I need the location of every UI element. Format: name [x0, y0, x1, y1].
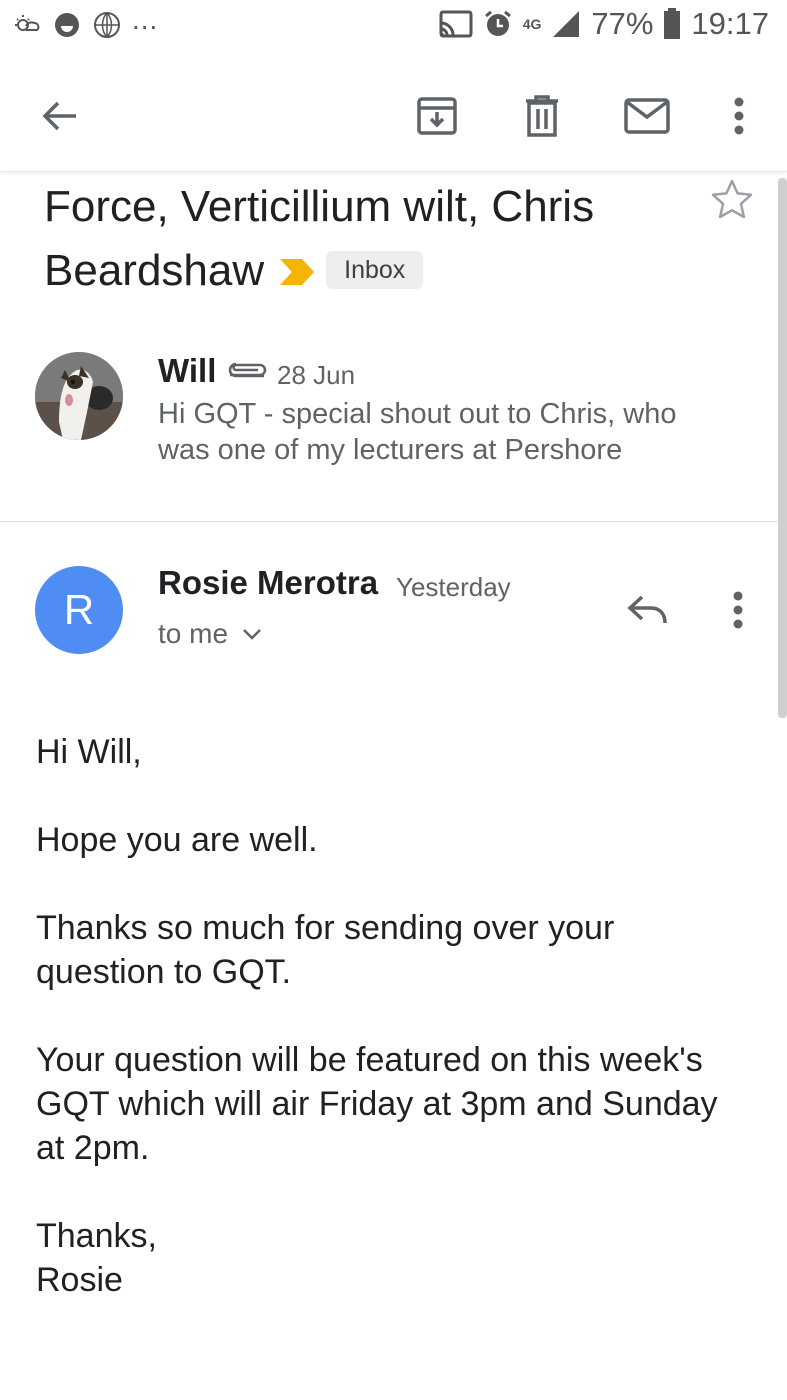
recipient-label: to me	[158, 618, 229, 649]
message-date: Yesterday	[396, 572, 511, 602]
battery-icon	[664, 8, 681, 39]
inbox-label[interactable]: Inbox	[326, 251, 424, 290]
smiley-icon	[55, 13, 79, 37]
delete-icon	[526, 95, 558, 137]
notification-overflow: ...	[132, 4, 159, 35]
cast-icon	[439, 10, 473, 38]
message-snippet: Hi GQT - special shout out to Chris, who…	[158, 398, 677, 466]
battery-percent: 77%	[591, 6, 654, 41]
attachment-icon	[228, 362, 267, 378]
reply-button[interactable]	[620, 584, 676, 636]
sender-name: Will	[158, 352, 217, 389]
delete-button[interactable]	[514, 88, 570, 144]
mark-unread-button[interactable]	[619, 88, 675, 144]
subject-text: Force, Verticillium wilt, Chris Beardsha…	[44, 182, 595, 295]
scrollbar[interactable]	[778, 178, 787, 718]
recipient-details-toggle[interactable]: to me	[158, 618, 262, 650]
dog-photo-icon	[35, 352, 123, 440]
back-button[interactable]	[32, 88, 88, 144]
body-paragraph: Hope you are well.	[36, 821, 318, 859]
more-vert-icon	[733, 591, 743, 629]
weather-icon	[15, 15, 40, 31]
back-arrow-icon	[42, 101, 76, 131]
archive-icon	[417, 97, 457, 135]
sender-name: Rosie Merotra	[158, 564, 379, 601]
message-date: 28 Jun	[277, 360, 356, 390]
collapsed-message[interactable]: Will 28 Jun Hi GQT - special shout out t…	[0, 330, 787, 522]
message-body: Hi Will, Hope you are well. Thanks so mu…	[36, 730, 736, 1346]
body-paragraph: Hi Will,	[36, 733, 142, 771]
status-bar: ... 4G 77% 19:17	[0, 0, 787, 56]
important-marker-icon[interactable]	[278, 241, 316, 305]
message-more-button[interactable]	[716, 584, 760, 636]
more-vert-icon	[734, 97, 744, 135]
alarm-icon	[484, 10, 511, 36]
body-paragraph: Your question will be featured on this w…	[36, 1041, 718, 1167]
archive-button[interactable]	[409, 88, 465, 144]
star-button[interactable]	[710, 178, 758, 226]
mark-unread-icon	[624, 98, 670, 134]
globe-icon	[94, 12, 120, 38]
more-options-button[interactable]	[711, 88, 767, 144]
chevron-down-icon	[243, 629, 261, 640]
email-subject: Force, Verticillium wilt, Chris Beardsha…	[44, 175, 684, 305]
app-toolbar	[0, 62, 787, 172]
body-paragraph: Thanks so much for sending over your que…	[36, 909, 615, 991]
signal-icon	[553, 11, 580, 37]
body-paragraph: Thanks, Rosie	[36, 1217, 157, 1299]
clock: 19:17	[691, 6, 769, 41]
network-type: 4G	[522, 16, 542, 32]
sender-avatar[interactable]: R	[35, 566, 123, 654]
reply-icon	[627, 595, 667, 624]
avatar[interactable]	[35, 352, 123, 440]
star-icon	[711, 179, 753, 219]
